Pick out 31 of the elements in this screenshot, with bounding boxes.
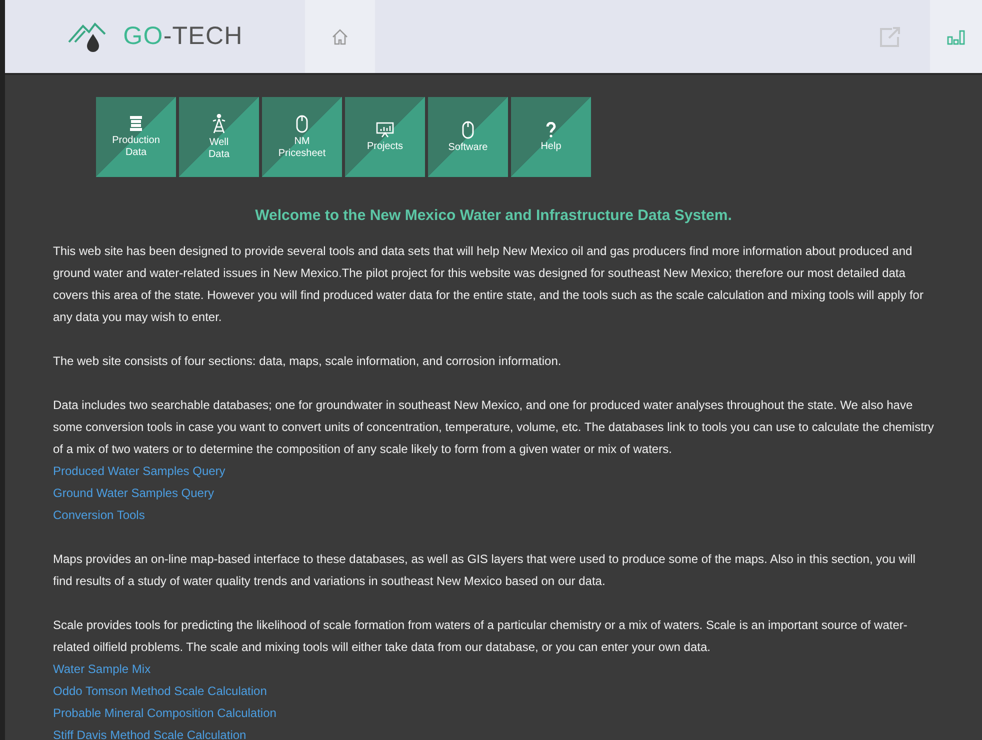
nav-tile[interactable]: Projects	[345, 97, 425, 177]
bar-chart-icon	[947, 28, 965, 44]
nav-tile[interactable]: Well Data	[179, 97, 259, 177]
logo-text: GO-TECH	[123, 20, 243, 52]
link[interactable]: Water Sample Mix	[53, 658, 151, 680]
link[interactable]: Probable Mineral Composition Calculation	[53, 702, 276, 724]
page-heading: Welcome to the New Mexico Water and Infrastructure Data System.	[254, 206, 733, 226]
nav-tile[interactable]: Production Data	[96, 97, 176, 177]
external-link-icon	[878, 26, 902, 48]
tower-icon	[211, 114, 227, 134]
home-icon	[331, 28, 349, 46]
paragraph: Scale provides tools for predicting the likelihood of scale formation from waters of a particular chemistry or a mix of waters. Scale is an important source of water-related oilfield problems. The scale and mixing tools will either take data from our database, or you can enter your own data.	[53, 616, 908, 656]
link[interactable]: Oddo Tomson Method Scale Calculation	[53, 680, 267, 702]
home-button[interactable]	[305, 0, 375, 73]
nav-tile[interactable]: NM Pricesheet	[262, 97, 342, 177]
barrel-icon	[129, 116, 143, 132]
link[interactable]: Conversion Tools	[53, 504, 145, 526]
presentation-icon	[376, 122, 394, 138]
mouse-icon	[296, 114, 308, 132]
link[interactable]: Ground Water Samples Query	[53, 482, 214, 504]
paragraph: This web site has been designed to provide several tools and data sets that will help New Mexico oil and gas producers find more information about produced and ground water and water-related issues in New Mexico.The pilot project for this website was designed for southeast New Mexico; therefore our most detailed data covers this area of the state. However you will find produced water data for the entire state, and the tools such as the scale calculation and mixing tools will apply for any data you may wish to enter.	[53, 242, 924, 326]
paragraph: Data includes two searchable databases; one for groundwater in southeast New Mexico, and one for produced water analyses throughout the state. We also have some conversion tools in case you want to convert units of concentration, temperature, volume, etc. The databases link to tools you can use to calculate the chemistry of a mix of two waters or to determine the composition of any scale likely to form from a given water or mix of waters.	[53, 396, 934, 458]
nav-tile[interactable]: Software	[428, 97, 508, 177]
mouse-icon	[462, 120, 474, 138]
question-mark-icon	[546, 122, 556, 138]
link[interactable]: Stiff Davis Method Scale Calculation	[53, 724, 246, 740]
nav-tile[interactable]: Help	[511, 97, 591, 177]
link[interactable]: Produced Water Samples Query	[53, 460, 226, 482]
paragraph: Maps provides an on-line map-based interface to these databases, as well as GIS layers that were used to produce some of the maps. Also in this section, you will find results of a study of water quality trends and variations in southeast New Mexico based on our data.	[53, 550, 916, 590]
chart-button[interactable]	[930, 0, 982, 73]
paragraph: The web site consists of four sections: data, maps, scale information, and corrosion information.	[53, 352, 562, 370]
